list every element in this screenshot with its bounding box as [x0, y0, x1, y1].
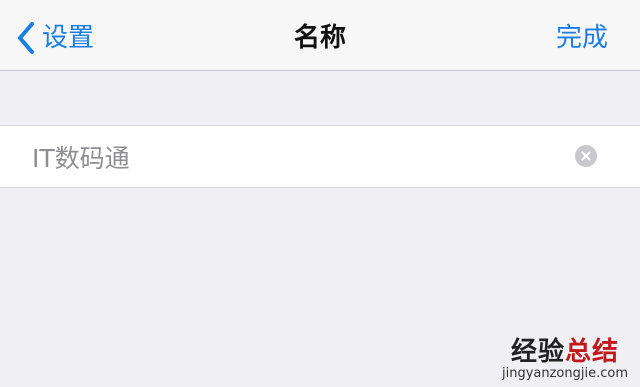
- watermark: 经验总结 jingyanzongjie.com: [502, 338, 628, 381]
- back-button[interactable]: 设置: [16, 18, 94, 58]
- name-input[interactable]: [32, 126, 552, 187]
- done-button[interactable]: 完成: [556, 18, 608, 58]
- navigation-bar: 设置 名称 完成: [0, 0, 640, 71]
- watermark-logo-text: 经验总结: [502, 338, 628, 366]
- clear-circle-x-icon: [581, 151, 591, 161]
- clear-text-button[interactable]: [575, 145, 597, 167]
- back-button-label: 设置: [42, 23, 95, 53]
- page-title: 名称: [293, 23, 346, 53]
- watermark-url: jingyanzongjie.com: [501, 366, 628, 381]
- name-field-group: [0, 125, 640, 188]
- watermark-part2: 总结: [564, 337, 619, 367]
- chevron-left-icon: [18, 22, 34, 54]
- watermark-part1: 经验: [510, 337, 565, 367]
